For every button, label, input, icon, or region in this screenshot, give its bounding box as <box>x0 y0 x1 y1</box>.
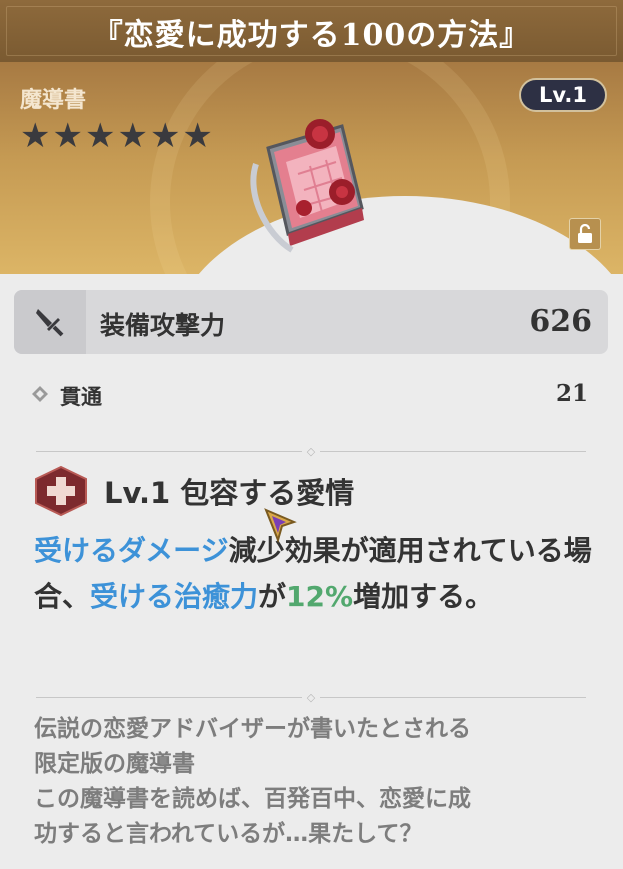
skill-title: Lv.1 包容する愛情 <box>104 476 355 510</box>
rarity-stars: ★ ★ ★ ★ ★ ★ <box>20 118 213 154</box>
lore-line: この魔導書を読めば、百発百中、恋愛に成 <box>34 786 471 812</box>
desc-text: 増加する。 <box>353 580 494 613</box>
main-stat-value: 626 <box>529 304 592 339</box>
desc-percentage: 12% <box>286 580 354 613</box>
star-icon: ★ <box>20 116 51 156</box>
lore-text: 伝説の恋愛アドバイザーが書いたとされる 限定版の魔導書 この魔導書を読めば、百発… <box>34 712 594 852</box>
section-divider: ◇ <box>36 692 586 704</box>
keyword-healing-received: 受ける治癒力 <box>90 580 259 613</box>
title-bar: 『恋愛に成功する100の方法』 <box>0 0 623 64</box>
weapon-title: 『恋愛に成功する100の方法』 <box>92 18 531 53</box>
lore-line: 伝説の恋愛アドバイザーが書いたとされる <box>34 716 471 742</box>
desc-text: が <box>258 580 287 613</box>
weapon-banner: 魔導書 ★ ★ ★ ★ ★ ★ Lv.1 <box>0 62 623 274</box>
section-divider: ◇ <box>36 446 586 458</box>
keyword-damage-taken: 受けるダメージ <box>34 534 229 567</box>
skill-description: 受けるダメージ減少効果が適用されている場合、受ける治癒力が12%増加する。 <box>34 528 594 620</box>
level-badge: Lv.1 <box>519 78 607 112</box>
lore-line: 限定版の魔導書 <box>34 751 195 777</box>
lock-toggle-button[interactable] <box>569 218 601 250</box>
main-stat-name: 装備攻撃力 <box>100 311 226 340</box>
heal-cross-icon <box>32 465 90 521</box>
sub-stat-value: 21 <box>555 380 588 407</box>
sub-stat-name: 貫通 <box>60 385 102 409</box>
lore-line: 功すると言われているが…果たして？ <box>34 821 423 847</box>
weapon-detail-card: 『恋愛に成功する100の方法』 魔導書 ★ ★ ★ ★ ★ ★ Lv.1 装備攻… <box>0 0 623 869</box>
main-stat-row: 装備攻撃力 626 <box>14 290 608 354</box>
star-icon: ★ <box>52 116 83 156</box>
star-icon: ★ <box>117 116 148 156</box>
cursor-icon <box>264 508 298 548</box>
diamond-icon <box>32 386 48 402</box>
weapon-type: 魔導書 <box>20 88 87 113</box>
lock-open-icon <box>578 224 592 243</box>
sub-stat-row: 貫通 21 <box>14 372 608 416</box>
star-icon: ★ <box>84 116 116 156</box>
star-icon: ★ <box>149 116 181 156</box>
sword-icon <box>14 290 86 354</box>
star-icon: ★ <box>182 116 213 156</box>
rose-book-icon <box>246 104 376 258</box>
